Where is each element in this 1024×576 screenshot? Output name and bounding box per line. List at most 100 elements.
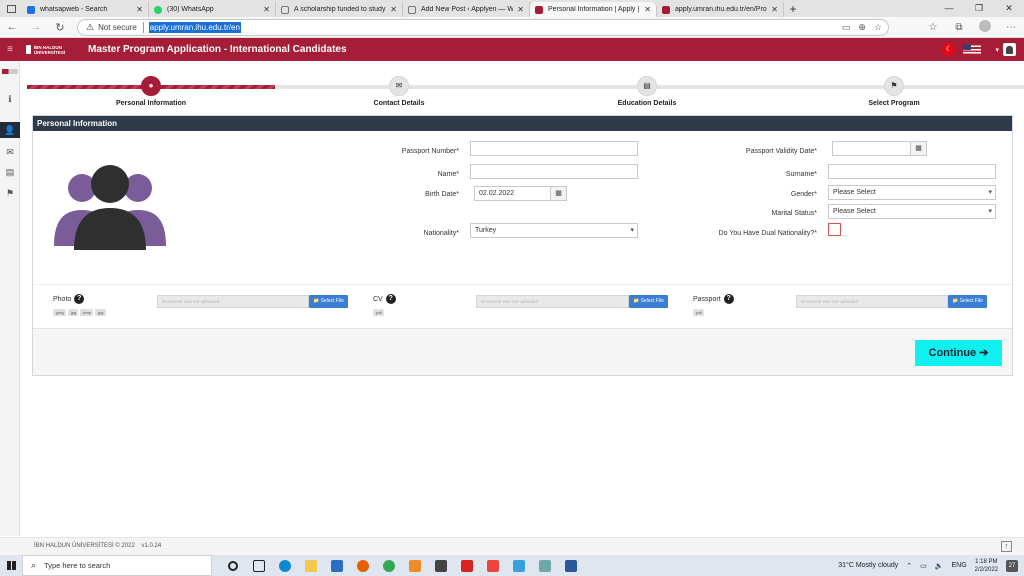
notifications-icon[interactable]: 27	[1006, 559, 1018, 572]
browser-tab[interactable]: A scholarship funded to study at ✕	[276, 2, 403, 17]
birth-date-picker[interactable]: 02.02.2022 ▦	[474, 186, 567, 201]
warning-icon[interactable]: ⚠	[86, 22, 94, 33]
clock[interactable]: 1:18 PM 2/2/2022	[975, 558, 998, 574]
help-icon[interactable]: ?	[74, 294, 85, 304]
firefox-icon[interactable]	[350, 555, 376, 576]
calendar-icon[interactable]: ▦	[551, 186, 567, 201]
zoom-icon[interactable]: ⊕	[858, 22, 866, 33]
anydesk-icon[interactable]	[480, 555, 506, 576]
hamburger-menu-icon[interactable]: ≡	[0, 44, 20, 55]
step-label[interactable]: Education Details	[577, 100, 717, 107]
passport-validity-input[interactable]	[832, 141, 911, 156]
flag-icon[interactable]: ⚑	[884, 76, 904, 96]
forward-icon[interactable]: →	[24, 21, 48, 33]
vlc-icon[interactable]	[402, 555, 428, 576]
step-label[interactable]: Contact Details	[329, 100, 469, 107]
scroll-to-top-icon[interactable]: ↑	[1001, 541, 1012, 552]
weather-widget[interactable]: 31°C Mostly cloudy	[838, 562, 898, 569]
user-menu[interactable]: ▾	[995, 43, 1016, 56]
restore-icon[interactable]: ❐	[964, 0, 994, 17]
step-label[interactable]: Select Program	[824, 100, 964, 107]
birth-date-input[interactable]: 02.02.2022	[474, 186, 551, 201]
edge-icon[interactable]	[272, 555, 298, 576]
step-label[interactable]: Personal Information	[81, 100, 221, 107]
passport-select-file-button[interactable]: 📁 Select File	[948, 295, 987, 308]
more-menu-icon[interactable]: ⋯	[998, 22, 1024, 33]
favorites-icon[interactable]: ☆	[920, 22, 946, 33]
profile-icon[interactable]	[972, 20, 998, 35]
info-icon[interactable]: ℹ	[0, 91, 20, 107]
browser-tab-active[interactable]: Personal Information | Apply | Uc ✕	[530, 2, 657, 17]
window-menu-icon[interactable]	[0, 0, 22, 17]
word-icon[interactable]	[558, 555, 584, 576]
close-tab-icon[interactable]: ✕	[263, 5, 270, 14]
read-aloud-icon[interactable]: ▭	[842, 22, 851, 33]
surname-input[interactable]	[828, 164, 996, 179]
turkish-flag-icon[interactable]: ☾	[942, 43, 956, 56]
store-icon[interactable]	[324, 555, 350, 576]
help-icon[interactable]: ?	[385, 294, 396, 304]
button-label: Select File	[959, 298, 983, 304]
user-icon[interactable]: ●	[141, 76, 161, 96]
sidebar-item-program[interactable]: ⚑	[0, 185, 20, 201]
cv-select-file-button[interactable]: 📁 Select File	[629, 295, 668, 308]
book-icon[interactable]: ▤	[637, 76, 657, 96]
app-icon[interactable]	[428, 555, 454, 576]
sidebar-item-personal[interactable]: 👤	[0, 122, 20, 138]
photo-select-file-button[interactable]: 📁 Select File	[309, 295, 348, 308]
calendar-icon[interactable]: ▦	[911, 141, 927, 156]
security-label[interactable]: Not secure	[98, 23, 137, 32]
birth-date-label: Birth Date*	[425, 191, 459, 198]
chrome-icon[interactable]	[376, 555, 402, 576]
sidebar-item-contact[interactable]: ✉	[0, 144, 20, 160]
nationality-select[interactable]: Turkey	[470, 223, 638, 238]
reload-icon[interactable]: ↻	[48, 21, 72, 34]
close-window-icon[interactable]: ✕	[994, 0, 1024, 17]
browser-tab[interactable]: Add New Post ‹ Applyen — Wor ✕	[403, 2, 530, 17]
taskbar-search[interactable]: ⌕ Type here to search	[22, 555, 212, 576]
photo-upload-label: Photo ?	[53, 294, 85, 304]
pdf-icon[interactable]	[454, 555, 480, 576]
tray-chevron-icon[interactable]: ⌃	[906, 562, 912, 570]
passport-validity-picker[interactable]: ▦	[832, 141, 927, 156]
favorite-star-icon[interactable]: ☆	[874, 22, 882, 33]
minimize-icon[interactable]: —	[934, 0, 964, 17]
close-tab-icon[interactable]: ✕	[771, 5, 778, 14]
university-logo[interactable]: İBN HALDUN ÜNİVERSİTESİ	[26, 43, 76, 57]
close-tab-icon[interactable]: ✕	[517, 5, 524, 14]
close-tab-icon[interactable]: ✕	[390, 5, 397, 14]
us-flag-icon[interactable]	[963, 44, 982, 55]
close-tab-icon[interactable]: ✕	[136, 5, 143, 14]
url-input[interactable]: ⚠ Not secure apply.umran.ihu.edu.tr/en ▭…	[77, 19, 889, 36]
back-icon[interactable]: ←	[0, 21, 24, 33]
volume-icon[interactable]: 🔈	[935, 562, 944, 570]
network-icon[interactable]: ▭	[920, 562, 927, 570]
photo-file-field[interactable]: Document was not uploaded	[157, 295, 309, 308]
tab-title: apply.umran.ihu.edu.tr/en/Profil	[675, 6, 768, 13]
file-explorer-icon[interactable]	[298, 555, 324, 576]
browser-tab[interactable]: apply.umran.ihu.edu.tr/en/Profil ✕	[657, 2, 784, 17]
marital-status-select[interactable]: Please Select	[828, 204, 996, 219]
passport-number-input[interactable]	[470, 141, 638, 156]
language-indicator[interactable]: ENG	[951, 562, 966, 569]
name-input[interactable]	[470, 164, 638, 179]
continue-button[interactable]: Continue ➔	[915, 340, 1002, 366]
url-text[interactable]: apply.umran.ihu.edu.tr/en	[148, 22, 241, 33]
new-tab-button[interactable]: +	[784, 2, 802, 17]
gender-select[interactable]: Please Select	[828, 185, 996, 200]
cv-file-field[interactable]: Document was not uploaded	[476, 295, 629, 308]
sidebar-item-education[interactable]: ▤	[0, 164, 20, 180]
collections-icon[interactable]: ⧉	[946, 22, 972, 33]
app-icon[interactable]	[532, 555, 558, 576]
close-tab-icon[interactable]: ✕	[644, 5, 651, 14]
envelope-icon[interactable]: ✉	[389, 76, 409, 96]
passport-file-field[interactable]: Document was not uploaded	[796, 295, 948, 308]
help-icon[interactable]: ?	[723, 294, 734, 304]
task-view-icon[interactable]	[246, 555, 272, 576]
browser-tab[interactable]: whatsapweb - Search ✕	[22, 2, 149, 17]
cortana-icon[interactable]	[220, 555, 246, 576]
dual-nationality-checkbox[interactable]	[828, 223, 841, 236]
browser-tab[interactable]: (30) WhatsApp ✕	[149, 2, 276, 17]
start-button[interactable]	[0, 555, 22, 576]
app-icon[interactable]	[506, 555, 532, 576]
